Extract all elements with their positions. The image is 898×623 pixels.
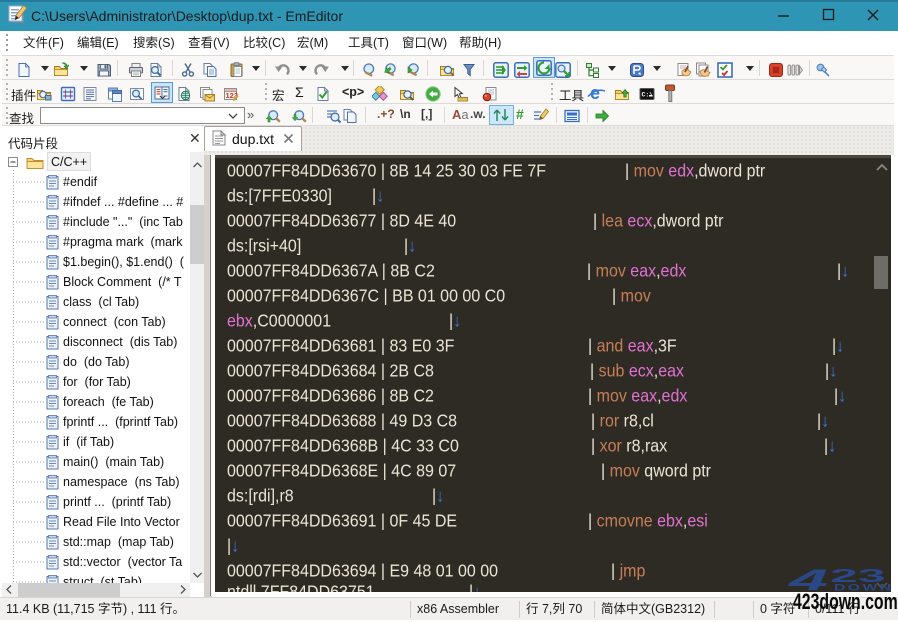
- svg-text:423down.com: 423down.com: [793, 591, 898, 612]
